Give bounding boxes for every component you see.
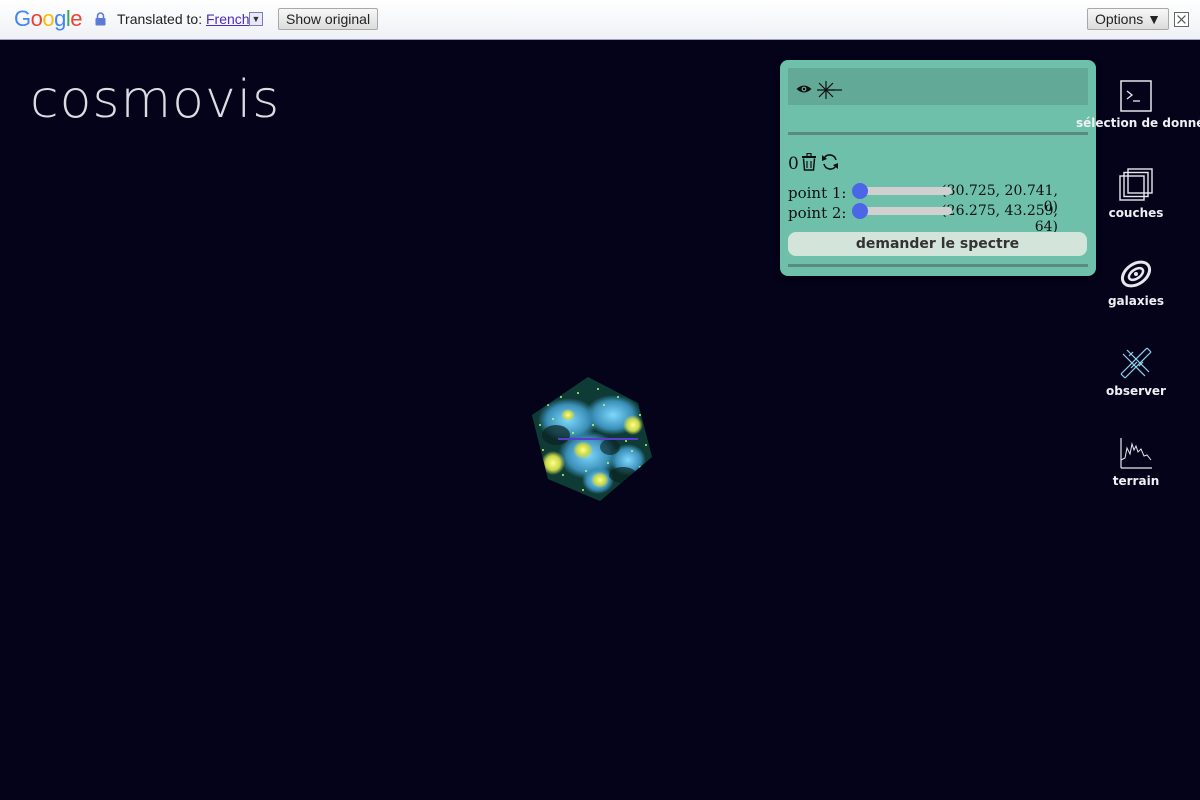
terminal-icon [1120, 80, 1152, 112]
nav-observe[interactable]: observer [1076, 346, 1196, 398]
point-1-label: point 1: [788, 184, 847, 202]
nav-layers[interactable]: couches [1076, 168, 1196, 220]
divider [788, 264, 1088, 267]
trash-icon[interactable] [801, 153, 817, 171]
translated-to-label: Translated to: [117, 11, 203, 27]
options-button[interactable]: Options ▼ [1087, 8, 1169, 30]
nav-data-selection-label: sélection de données [1076, 116, 1200, 130]
point-1-slider[interactable] [852, 183, 952, 199]
nav-terrain-label: terrain [1112, 474, 1160, 488]
nav-galaxies[interactable]: galaxies [1076, 258, 1196, 308]
layers-icon [1119, 168, 1153, 201]
language-link[interactable]: French [206, 11, 250, 27]
point-2-slider[interactable] [852, 203, 952, 219]
language-dropdown-icon[interactable]: ▼ [249, 12, 263, 26]
lock-icon [95, 12, 106, 26]
spectrum-panel: 0 point 1: (30.725, 20.741, 0) point 2: … [780, 60, 1096, 276]
laser-icon[interactable] [816, 80, 842, 100]
eye-icon[interactable] [796, 84, 812, 94]
point-1-slider-thumb[interactable] [852, 183, 868, 199]
selection-count: 0 [788, 154, 799, 174]
show-original-button[interactable]: Show original [278, 8, 379, 30]
request-spectrum-button[interactable]: demander le spectre [788, 232, 1087, 256]
translate-bar: Google Translated to: French ▼ Show orig… [0, 0, 1200, 40]
app-title: cosmovis [30, 70, 281, 130]
panel-toolbar [788, 68, 1088, 105]
nav-observe-label: observer [1106, 384, 1166, 398]
close-icon[interactable] [1174, 12, 1189, 27]
nav-galaxies-label: galaxies [1107, 294, 1165, 308]
nav-data-selection[interactable]: sélection de données [1076, 80, 1200, 130]
data-cube[interactable] [528, 375, 654, 503]
telescope-array-icon [1120, 347, 1152, 379]
divider [788, 132, 1088, 135]
point-2-label: point 2: [788, 204, 847, 222]
refresh-icon[interactable] [821, 153, 839, 171]
nav-layers-label: couches [1108, 206, 1164, 220]
nav-terrain[interactable]: terrain [1076, 436, 1196, 488]
point-2-slider-thumb[interactable] [852, 203, 868, 219]
spectrum-chart-icon [1120, 438, 1152, 469]
galaxy-icon [1120, 260, 1152, 288]
google-logo: Google [14, 6, 83, 31]
